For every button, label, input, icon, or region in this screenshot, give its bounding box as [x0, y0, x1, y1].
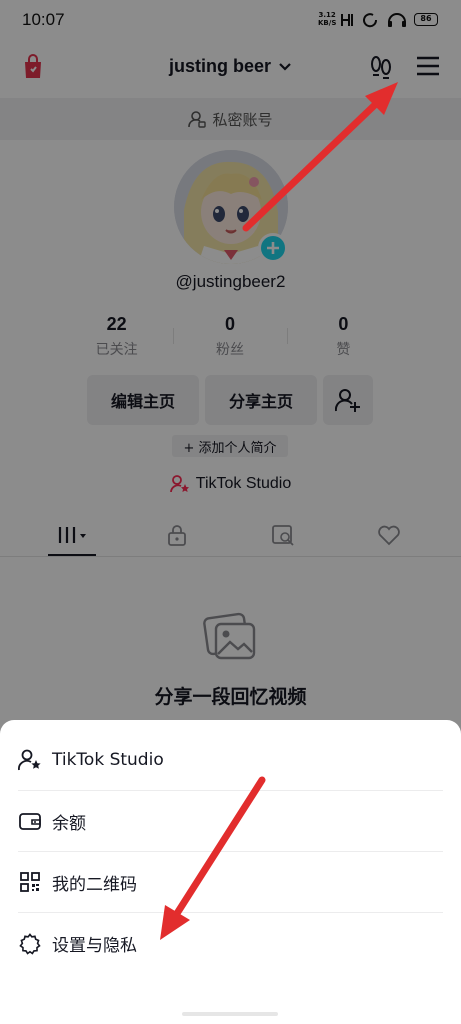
wallet-icon [18, 809, 42, 833]
sheet-item-label: 我的二维码 [52, 874, 137, 895]
home-indicator [182, 1012, 278, 1016]
sheet-item-balance[interactable]: 余额 [18, 791, 443, 852]
qr-code-icon [18, 870, 42, 894]
sheet-item-settings-privacy[interactable]: 设置与隐私 [18, 913, 443, 974]
settings-icon [18, 932, 42, 956]
more-options-sheet: TikTok Studio 余额 我的二维码 设置与隐私 [0, 720, 461, 1024]
profile-screen: 10:07 3.12 KB/S 86 justing beer 私密账号 @ju… [0, 0, 461, 1024]
sheet-item-tiktok-studio[interactable]: TikTok Studio [18, 730, 443, 791]
sheet-item-label: TikTok Studio [52, 750, 164, 770]
sheet-item-label: 设置与隐私 [52, 936, 137, 956]
sheet-item-label: 余额 [52, 813, 86, 834]
creator-icon [18, 748, 42, 772]
sheet-item-qr-code[interactable]: 我的二维码 [18, 852, 443, 913]
